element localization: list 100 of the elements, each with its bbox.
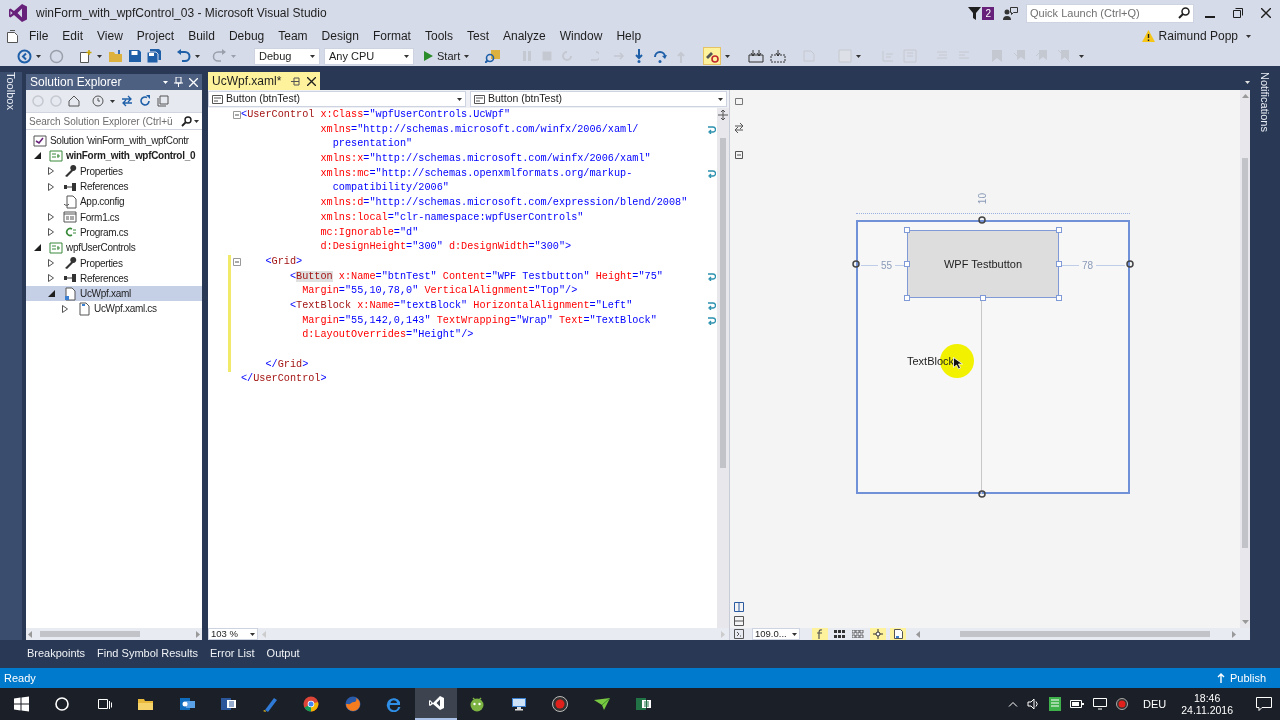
restart-icon[interactable]	[561, 50, 574, 62]
grid-icon[interactable]	[834, 630, 846, 638]
resize-handle[interactable]	[980, 295, 986, 301]
caret-icon[interactable]	[163, 80, 168, 84]
save-all-icon[interactable]	[146, 49, 162, 63]
history-icon[interactable]	[92, 95, 104, 107]
anchor-icon[interactable]	[978, 216, 986, 224]
resize-handle[interactable]	[904, 227, 910, 233]
speaker-icon[interactable]	[1027, 698, 1040, 710]
menu-item[interactable]: Tools	[417, 27, 460, 45]
caret-icon[interactable]	[404, 54, 409, 58]
step-over-icon[interactable]	[653, 49, 668, 63]
collapsed-icon[interactable]	[48, 182, 54, 191]
vertical-scrollbar[interactable]	[717, 108, 729, 628]
platform-dropdown[interactable]: Any CPU	[324, 47, 414, 65]
toggle-button[interactable]	[703, 47, 722, 65]
horizontal-scrollbar[interactable]	[26, 628, 202, 640]
expanded-icon[interactable]	[33, 152, 41, 160]
clock-time[interactable]: 18:46	[1193, 692, 1221, 704]
swap-icon[interactable]	[734, 123, 744, 133]
toolbox-tab[interactable]: Toolbox	[0, 72, 23, 640]
zoom-dropdown[interactable]: 109.0...	[752, 628, 800, 640]
menu-item[interactable]: Window	[552, 27, 610, 45]
menu-item[interactable]: Debug	[221, 27, 272, 45]
save-icon[interactable]	[128, 49, 142, 63]
zoom-dropdown[interactable]: 103 %	[208, 628, 258, 640]
tool-window-tab[interactable]: Error List	[209, 645, 255, 662]
tree-item[interactable]: Program.cs	[80, 224, 129, 240]
menu-item[interactable]: Design	[314, 27, 366, 45]
tree-item[interactable]: wpfUserControls	[66, 240, 136, 256]
collapse-icon[interactable]	[157, 95, 169, 107]
anchor-icon[interactable]	[978, 490, 986, 498]
menu-item[interactable]: Help	[609, 27, 649, 45]
menu-item[interactable]: Format	[365, 27, 418, 45]
start-button[interactable]: Start	[422, 47, 472, 65]
caret-icon[interactable]	[1079, 54, 1085, 58]
record-icon[interactable]	[1116, 698, 1128, 710]
caret-icon[interactable]	[1245, 81, 1250, 84]
breakpoints-icon[interactable]	[770, 49, 787, 63]
navigation-dropdown[interactable]: Button (btnTest)	[208, 91, 466, 107]
language-indicator[interactable]: DEU	[1143, 695, 1167, 713]
collapsed-icon[interactable]	[48, 259, 54, 267]
collapsed-icon[interactable]	[48, 228, 54, 237]
tree-item[interactable]: winForm_with_wpfControl_0	[66, 148, 196, 164]
toggle-button[interactable]	[890, 628, 906, 640]
expand-icon[interactable]	[734, 629, 744, 639]
resize-handle[interactable]	[1056, 295, 1062, 301]
collapsed-icon[interactable]	[62, 304, 68, 313]
clock-date[interactable]: 24.11.2016	[1181, 704, 1233, 716]
caret-icon[interactable]	[110, 99, 115, 103]
tree-item[interactable]: Solution 'winForm_with_wpfContr	[50, 133, 189, 149]
tool-window-tab[interactable]: Breakpoints	[27, 645, 86, 662]
menu-item[interactable]: Edit	[55, 27, 91, 45]
taskbar-button[interactable]	[415, 688, 457, 720]
caret-icon[interactable]	[464, 54, 470, 58]
back-icon[interactable]	[17, 48, 32, 64]
sync-icon[interactable]	[121, 95, 133, 107]
horizontal-split-icon[interactable]	[734, 616, 744, 626]
document-icon[interactable]	[7, 29, 19, 43]
anchor-icon[interactable]	[1126, 260, 1134, 268]
caret-icon[interactable]	[310, 54, 315, 58]
tree-item[interactable]: Properties	[80, 255, 123, 271]
tree-item[interactable]: References	[80, 270, 129, 286]
close-icon[interactable]	[307, 76, 317, 86]
rectangle-icon[interactable]	[735, 98, 743, 105]
resize-handle[interactable]	[904, 261, 910, 267]
quick-launch-field[interactable]: Quick Launch (Ctrl+Q)	[1026, 3, 1194, 23]
step-into-icon[interactable]	[633, 49, 646, 63]
menu-item[interactable]: Team	[271, 27, 315, 45]
vertical-split-icon[interactable]	[734, 602, 744, 612]
monitor-icon[interactable]	[1093, 698, 1107, 710]
expanded-icon[interactable]	[33, 244, 41, 252]
toggle-button[interactable]	[812, 628, 828, 640]
undo-icon[interactable]	[176, 49, 191, 63]
caret-icon[interactable]	[250, 632, 255, 636]
user-name[interactable]: Raimund Popp	[1158, 27, 1238, 45]
caret-icon[interactable]	[1246, 34, 1251, 38]
resize-handle[interactable]	[1056, 227, 1062, 233]
tree-item[interactable]: Form1.cs	[80, 209, 120, 225]
caret-icon[interactable]	[195, 54, 200, 58]
publish-button[interactable]: Publish	[1229, 669, 1266, 687]
pin-icon[interactable]	[174, 77, 183, 87]
caret-icon[interactable]	[36, 54, 41, 58]
collapse-icon[interactable]	[735, 151, 743, 159]
menu-item[interactable]: File	[22, 27, 56, 45]
feedback-icon[interactable]	[1002, 6, 1018, 20]
caret-icon[interactable]	[725, 54, 731, 58]
battery-icon[interactable]	[1070, 700, 1084, 708]
wpf-button[interactable]: WPF Testbutton	[907, 230, 1059, 298]
notifications-tab[interactable]: Notifications	[1256, 72, 1274, 640]
anchor-icon[interactable]	[852, 260, 860, 268]
new-item-icon[interactable]	[78, 48, 93, 64]
tool-window-tab[interactable]: Output	[266, 645, 300, 662]
expanded-icon[interactable]	[47, 290, 55, 298]
refresh-icon[interactable]	[139, 95, 151, 107]
collapse-icon[interactable]	[233, 111, 241, 120]
open-folder-icon[interactable]	[108, 49, 124, 63]
breakpoints-icon[interactable]	[748, 49, 765, 63]
tree-item[interactable]: UcWpf.xaml.cs	[94, 301, 157, 317]
caret-icon[interactable]	[194, 119, 199, 123]
